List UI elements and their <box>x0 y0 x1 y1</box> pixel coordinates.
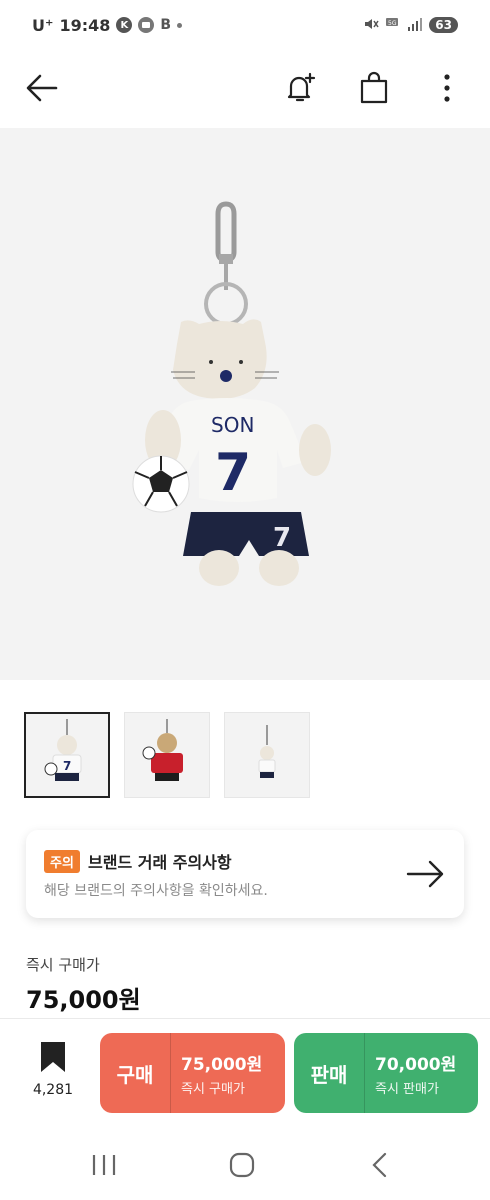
sell-price: 70,000원 <box>375 1054 457 1075</box>
sell-label: 판매 <box>310 1062 348 1087</box>
notice-title: 브랜드 거래 주의사항 <box>88 853 232 872</box>
divider <box>0 1018 490 1019</box>
thumbnail-image: 7 <box>44 719 82 781</box>
recent-apps-button[interactable] <box>84 1148 124 1182</box>
sell-sub: 즉시 판매가 <box>375 1081 439 1097</box>
battery-icon: 63 <box>429 17 458 33</box>
chevron-left-icon <box>372 1152 387 1178</box>
home-icon <box>229 1152 255 1178</box>
more-options-button[interactable] <box>423 64 471 112</box>
thumbnail-white-kit-small[interactable] <box>224 712 310 798</box>
app-notification-icon: K <box>116 17 133 33</box>
recent-apps-icon <box>92 1155 116 1175</box>
clock: 19:48 <box>59 15 111 35</box>
back-arrow-icon <box>26 74 58 102</box>
system-navigation-bar <box>0 1130 490 1200</box>
shopping-bag-icon <box>360 71 388 104</box>
sell-info: 70,000원 즉시 판매가 <box>365 1050 456 1097</box>
arrow-right-icon <box>406 860 444 888</box>
buy-info: 75,000원 즉시 구매가 <box>171 1050 262 1097</box>
top-navigation <box>0 50 490 126</box>
wifi-5g-icon: 5G <box>385 16 401 35</box>
home-button[interactable] <box>222 1148 262 1182</box>
buy-label: 구매 <box>116 1062 154 1087</box>
bookmark-button[interactable]: 4,281 <box>24 1040 82 1110</box>
back-button[interactable] <box>18 64 66 112</box>
product-page: U⁺ 19:48 K B 5G 63 SON 7 7 7 주의 브랜드 거래 주… <box>0 0 490 1200</box>
app-notification-icon: B <box>160 17 172 33</box>
thumbnail-red-kit[interactable] <box>124 712 210 798</box>
buy-button[interactable]: 구매 75,000원 즉시 구매가 <box>100 1033 285 1113</box>
svg-text:7: 7 <box>63 759 71 773</box>
sell-button[interactable]: 판매 70,000원 즉시 판매가 <box>294 1033 478 1113</box>
more-notifications-dot-icon <box>177 22 183 28</box>
buy-sub: 즉시 구매가 <box>181 1081 245 1097</box>
system-back-button[interactable] <box>360 1148 400 1182</box>
price-value: 75,000원 <box>26 986 141 1014</box>
thumbnail-image <box>142 719 183 781</box>
svg-text:5G: 5G <box>388 20 397 27</box>
bookmark-count: 4,281 <box>32 1082 74 1098</box>
status-bar: U⁺ 19:48 K B 5G 63 <box>0 0 490 50</box>
signal-icon <box>407 17 423 34</box>
buy-price: 75,000원 <box>181 1054 263 1075</box>
status-left: U⁺ 19:48 K B <box>32 15 183 35</box>
price-alert-button[interactable] <box>276 64 324 112</box>
thumbnail-list: 7 <box>24 712 310 798</box>
mute-icon <box>363 16 379 35</box>
plush-keyring-illustration: SON 7 7 <box>132 201 331 586</box>
price-label: 즉시 구매가 <box>26 956 100 974</box>
jersey-name: SON <box>211 413 254 437</box>
brand-notice-card[interactable]: 주의 브랜드 거래 주의사항 해당 브랜드의 주의사항을 확인하세요. <box>26 830 464 918</box>
jersey-number: 7 <box>215 443 251 503</box>
bookmark-icon <box>41 1042 65 1072</box>
app-notification-icon <box>138 17 155 33</box>
product-image[interactable]: SON 7 7 <box>0 128 490 680</box>
status-right: 5G 63 <box>363 16 458 35</box>
shopping-bag-button[interactable] <box>350 64 398 112</box>
thumbnail-white-kit[interactable]: 7 <box>24 712 110 798</box>
carrier-label: U⁺ <box>32 15 54 35</box>
thumbnail-image <box>258 725 276 778</box>
more-vertical-icon <box>444 74 450 102</box>
notice-subtitle: 해당 브랜드의 주의사항을 확인하세요. <box>44 883 268 899</box>
notice-tag: 주의 <box>44 850 80 873</box>
alert-add-icon <box>287 72 316 102</box>
shorts-number: 7 <box>273 523 291 553</box>
